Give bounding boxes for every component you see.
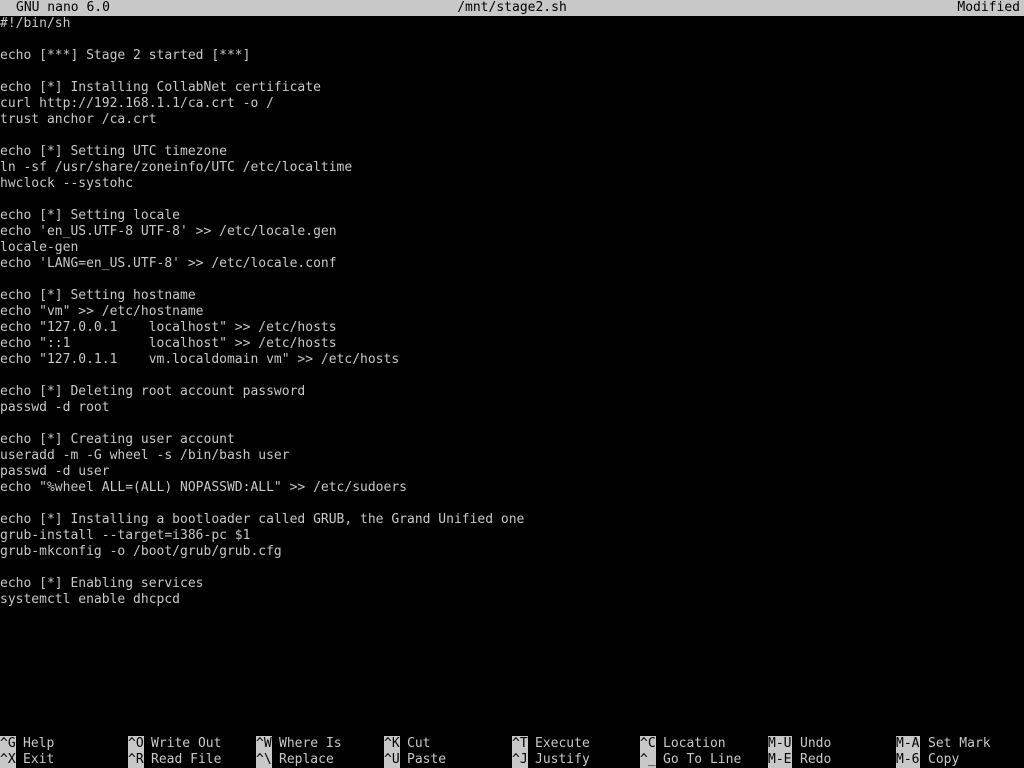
editor-line[interactable]: echo "127.0.1.1 vm.localdomain vm" >> /e… — [0, 352, 1024, 368]
shortcut-key: ^R — [128, 752, 144, 768]
editor-line[interactable]: echo "vm" >> /etc/hostname — [0, 304, 1024, 320]
shortcut-read-file[interactable]: ^R Read File — [128, 752, 221, 768]
shortcut-label: Go To Line — [663, 752, 742, 767]
shortcut-cut[interactable]: ^K Cut — [384, 736, 430, 752]
editor-line[interactable]: grub-install --target=i386-pc $1 — [0, 528, 1024, 544]
editor-line[interactable]: echo [*] Deleting root account password — [0, 384, 1024, 400]
editor-text-area[interactable]: #!/bin/sh echo [***] Stage 2 started [***… — [0, 16, 1024, 736]
shortcut-key: ^W — [256, 736, 272, 752]
shortcut-label: Location — [663, 736, 726, 751]
shortcut-write-out[interactable]: ^O Write Out — [128, 736, 221, 752]
shortcut-label: Copy — [928, 752, 960, 767]
shortcut-label: Justify — [535, 752, 590, 767]
shortcut-key: M-A — [896, 736, 920, 752]
shortcut-label: Redo — [800, 752, 832, 767]
shortcut-exit[interactable]: ^X Exit — [0, 752, 54, 768]
shortcut-key: M-E — [768, 752, 792, 768]
editor-line[interactable] — [0, 64, 1024, 80]
shortcut-label: Paste — [407, 752, 447, 767]
editor-line[interactable] — [0, 128, 1024, 144]
editor-line[interactable] — [0, 272, 1024, 288]
editor-line[interactable] — [0, 368, 1024, 384]
editor-line[interactable]: echo [*] Installing CollabNet certificat… — [0, 80, 1024, 96]
editor-line[interactable] — [0, 496, 1024, 512]
editor-line[interactable]: curl http://192.168.1.1/ca.crt -o / — [0, 96, 1024, 112]
shortcut-label: Cut — [407, 736, 431, 751]
shortcut-execute[interactable]: ^T Execute — [512, 736, 590, 752]
editor-line[interactable]: locale-gen — [0, 240, 1024, 256]
editor-line[interactable]: echo [*] Setting locale — [0, 208, 1024, 224]
editor-line[interactable]: echo [*] Installing a bootloader called … — [0, 512, 1024, 528]
shortcut-label: Execute — [535, 736, 590, 751]
editor-line[interactable]: echo "127.0.0.1 localhost" >> /etc/hosts — [0, 320, 1024, 336]
shortcut-key: ^T — [512, 736, 528, 752]
shortcut-where-is[interactable]: ^W Where Is — [256, 736, 342, 752]
shortcut-key: M-U — [768, 736, 792, 752]
shortcut-key: ^U — [384, 752, 400, 768]
editor-line[interactable]: echo 'en_US.UTF-8 UTF-8' >> /etc/locale.… — [0, 224, 1024, 240]
title-bar: GNU nano 6.0 /mnt/stage2.sh Modified — [0, 0, 1024, 16]
editor-line[interactable]: echo [*] Enabling services — [0, 576, 1024, 592]
shortcut-label: Set Mark — [928, 736, 991, 751]
editor-line[interactable]: passwd -d root — [0, 400, 1024, 416]
editor-line[interactable]: grub-mkconfig -o /boot/grub/grub.cfg — [0, 544, 1024, 560]
shortcut-key: ^_ — [640, 752, 656, 768]
editor-line[interactable]: useradd -m -G wheel -s /bin/bash user — [0, 448, 1024, 464]
editor-line[interactable] — [0, 32, 1024, 48]
shortcut-copy[interactable]: M-6 Copy — [896, 752, 959, 768]
editor-line[interactable]: echo [*] Setting hostname — [0, 288, 1024, 304]
editor-line[interactable] — [0, 416, 1024, 432]
shortcut-justify[interactable]: ^J Justify — [512, 752, 590, 768]
shortcut-help[interactable]: ^G Help — [0, 736, 54, 752]
shortcut-go-to-line[interactable]: ^_ Go To Line — [640, 752, 741, 768]
editor-line[interactable]: trust anchor /ca.crt — [0, 112, 1024, 128]
shortcut-key: M-6 — [896, 752, 920, 768]
modified-status: Modified — [957, 0, 1020, 15]
editor-line[interactable]: echo [*] Creating user account — [0, 432, 1024, 448]
shortcut-location[interactable]: ^C Location — [640, 736, 726, 752]
shortcut-undo[interactable]: M-U Undo — [768, 736, 831, 752]
editor-line[interactable]: hwclock --systohc — [0, 176, 1024, 192]
editor-line[interactable]: ln -sf /usr/share/zoneinfo/UTC /etc/loca… — [0, 160, 1024, 176]
editor-line[interactable]: echo 'LANG=en_US.UTF-8' >> /etc/locale.c… — [0, 256, 1024, 272]
editor-line[interactable]: systemctl enable dhcpcd — [0, 592, 1024, 608]
shortcut-key: ^O — [128, 736, 144, 752]
editor-line[interactable]: echo "::1 localhost" >> /etc/hosts — [0, 336, 1024, 352]
shortcut-label: Write Out — [151, 736, 222, 751]
editor-line[interactable]: #!/bin/sh — [0, 16, 1024, 32]
shortcut-key: ^X — [0, 752, 16, 768]
shortcut-key: ^C — [640, 736, 656, 752]
shortcut-key: ^J — [512, 752, 528, 768]
shortcut-key: ^\ — [256, 752, 272, 768]
editor-line[interactable] — [0, 192, 1024, 208]
shortcut-redo[interactable]: M-E Redo — [768, 752, 831, 768]
shortcut-label: Replace — [279, 752, 334, 767]
shortcut-label: Where Is — [279, 736, 342, 751]
shortcut-paste[interactable]: ^U Paste — [384, 752, 446, 768]
shortcut-label: Help — [23, 736, 55, 751]
shortcut-label: Read File — [151, 752, 222, 767]
file-name: /mnt/stage2.sh — [457, 0, 567, 15]
editor-line[interactable]: passwd -d user — [0, 464, 1024, 480]
shortcut-label: Undo — [800, 736, 832, 751]
shortcut-key: ^K — [384, 736, 400, 752]
editor-line[interactable]: echo "%wheel ALL=(ALL) NOPASSWD:ALL" >> … — [0, 480, 1024, 496]
editor-line[interactable]: echo [***] Stage 2 started [***] — [0, 48, 1024, 64]
shortcut-bar: ^G Help ^O Write Out ^W Where Is ^K Cut ^T Execut… — [0, 736, 1024, 768]
editor-line[interactable]: echo [*] Setting UTC timezone — [0, 144, 1024, 160]
shortcut-replace[interactable]: ^\ Replace — [256, 752, 334, 768]
editor-line[interactable] — [0, 560, 1024, 576]
shortcut-label: Exit — [23, 752, 55, 767]
shortcut-key: ^G — [0, 736, 16, 752]
shortcut-set-mark[interactable]: M-A Set Mark — [896, 736, 991, 752]
